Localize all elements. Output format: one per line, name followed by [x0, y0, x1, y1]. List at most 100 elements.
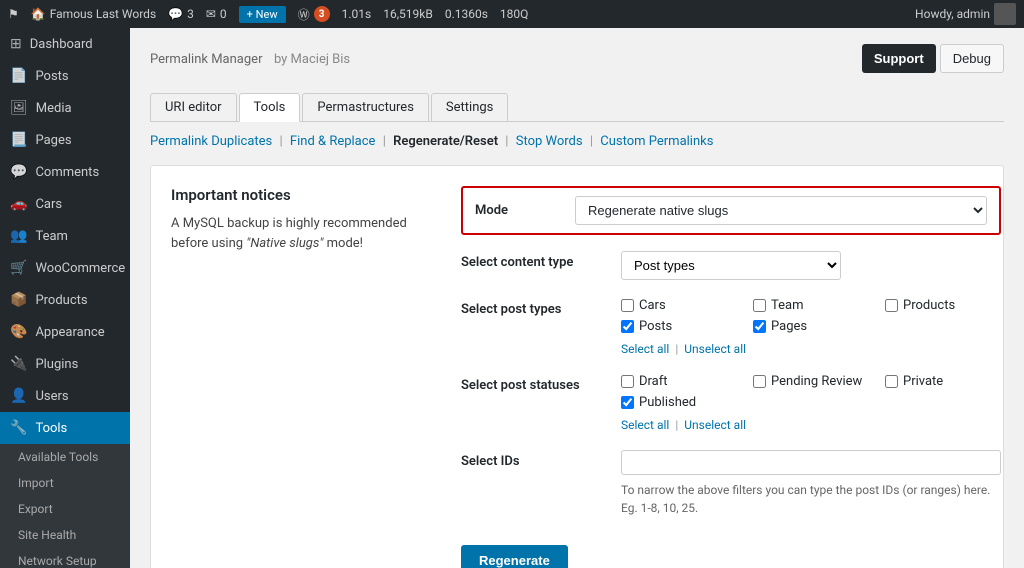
sidebar-submenu-export[interactable]: Export [0, 496, 130, 522]
sidebar-item-label: Dashboard [30, 37, 93, 52]
media-icon: 🖼 [10, 100, 28, 116]
sidebar: ⊞ Dashboard 📄 Posts 🖼 Media 📃 Pages 💬 Co… [0, 28, 130, 568]
checkbox-private[interactable]: Private [885, 374, 1001, 389]
checkbox-cars-input[interactable] [621, 299, 634, 312]
sidebar-item-tools[interactable]: 🔧 Tools [0, 412, 130, 444]
breadcrumb-find-replace[interactable]: Find & Replace [290, 134, 376, 149]
regenerate-button[interactable]: Regenerate [461, 545, 568, 568]
products-icon: 📦 [10, 292, 27, 308]
checkbox-posts-input[interactable] [621, 320, 634, 333]
breadcrumb-duplicates[interactable]: Permalink Duplicates [150, 134, 272, 149]
admin-bar-comments[interactable]: 💬 3 [168, 7, 194, 21]
admin-bar-perf1: 1.01s [342, 7, 372, 21]
sidebar-item-woocommerce[interactable]: 🛒 WooCommerce [0, 252, 130, 284]
breadcrumb-stop-words[interactable]: Stop Words [516, 134, 583, 149]
admin-bar-howdy[interactable]: Howdy, admin [915, 3, 1016, 25]
admin-bar: ⚑ 🏠 Famous Last Words 💬 3 ✉ 0 + New Ⓦ 3 … [0, 0, 1024, 28]
post-types-unselect-all[interactable]: Unselect all [684, 342, 746, 356]
sidebar-item-label: Pages [35, 133, 71, 148]
admin-bar-messages[interactable]: ✉ 0 [206, 7, 227, 21]
available-tools-label: Available Tools [18, 450, 98, 464]
sidebar-submenu-import[interactable]: Import [0, 470, 130, 496]
checkbox-published-input[interactable] [621, 396, 634, 409]
mode-select[interactable]: Regenerate native slugs Reset [575, 196, 987, 225]
tab-permastructures[interactable]: Permastructures [302, 93, 429, 121]
post-statuses-unselect-all[interactable]: Unselect all [684, 418, 746, 432]
sidebar-submenu-site-health[interactable]: Site Health [0, 522, 130, 548]
two-col-layout: Important notices A MySQL backup is high… [171, 186, 983, 568]
admin-bar-new[interactable]: + New [239, 6, 286, 23]
checkbox-pending-review-input[interactable] [753, 375, 766, 388]
sidebar-item-label: Posts [35, 69, 68, 84]
select-ids-label: Select IDs [461, 450, 621, 469]
sidebar-item-pages[interactable]: 📃 Pages [0, 124, 130, 156]
network-setup-label: Network Setup [18, 554, 97, 568]
checkbox-pages[interactable]: Pages [753, 319, 869, 334]
checkbox-private-input[interactable] [885, 375, 898, 388]
checkbox-products-input[interactable] [885, 299, 898, 312]
ids-input[interactable] [621, 450, 1001, 475]
checkbox-products[interactable]: Products [885, 298, 1001, 313]
sidebar-item-label: Users [35, 389, 68, 404]
page-header: Permalink Manager by Maciej Bis Support … [150, 44, 1004, 81]
left-column: Important notices A MySQL backup is high… [171, 186, 431, 568]
post-statuses-label: Select post statuses [461, 374, 621, 393]
important-notices-title: Important notices [171, 186, 431, 204]
export-label: Export [18, 502, 53, 516]
tab-settings[interactable]: Settings [431, 93, 508, 121]
import-label: Import [18, 476, 54, 490]
notice-text: A MySQL backup is highly recommended bef… [171, 214, 431, 253]
team-icon: 👥 [10, 228, 27, 244]
sidebar-item-team[interactable]: 👥 Team [0, 220, 130, 252]
checkbox-draft[interactable]: Draft [621, 374, 737, 389]
checkbox-published[interactable]: Published [621, 395, 737, 410]
admin-bar-wp[interactable]: ⚑ [8, 7, 19, 21]
breadcrumb-current: Regenerate/Reset [393, 134, 498, 149]
breadcrumbs: Permalink Duplicates | Find & Replace | … [150, 134, 1004, 149]
checkbox-draft-input[interactable] [621, 375, 634, 388]
dashboard-icon: ⊞ [10, 36, 22, 52]
layout: ⊞ Dashboard 📄 Posts 🖼 Media 📃 Pages 💬 Co… [0, 28, 1024, 568]
mode-label: Mode [475, 203, 575, 218]
new-button[interactable]: + New [239, 6, 286, 23]
sidebar-submenu-network-setup[interactable]: Network Setup [0, 548, 130, 568]
support-button[interactable]: Support [862, 44, 936, 73]
sidebar-item-cars[interactable]: 🚗 Cars [0, 188, 130, 220]
post-statuses-content: Draft Pending Review Private Published [621, 374, 1001, 432]
checkbox-team-input[interactable] [753, 299, 766, 312]
sidebar-item-posts[interactable]: 📄 Posts [0, 60, 130, 92]
posts-icon: 📄 [10, 68, 27, 84]
tab-uri-editor[interactable]: URI editor [150, 93, 237, 121]
checkbox-cars[interactable]: Cars [621, 298, 737, 313]
admin-bar-site[interactable]: 🏠 Famous Last Words [31, 7, 156, 21]
post-types-select-all[interactable]: Select all [621, 342, 669, 356]
sidebar-item-users[interactable]: 👤 Users [0, 380, 130, 412]
post-statuses-select-all[interactable]: Select all [621, 418, 669, 432]
checkbox-team[interactable]: Team [753, 298, 869, 313]
admin-bar-perf2: 16,519kB [383, 7, 433, 21]
sidebar-submenu-available-tools[interactable]: Available Tools [0, 444, 130, 470]
avatar [994, 3, 1016, 25]
sidebar-item-dashboard[interactable]: ⊞ Dashboard [0, 28, 130, 60]
admin-bar-wp-badge[interactable]: Ⓦ 3 [298, 6, 330, 23]
debug-button[interactable]: Debug [940, 44, 1004, 73]
sidebar-item-products[interactable]: 📦 Products [0, 284, 130, 316]
tab-tools[interactable]: Tools [239, 93, 301, 122]
cars-icon: 🚗 [10, 196, 27, 212]
comment-count: 3 [187, 7, 194, 21]
sidebar-item-plugins[interactable]: 🔌 Plugins [0, 348, 130, 380]
sidebar-item-media[interactable]: 🖼 Media [0, 92, 130, 124]
checkbox-posts[interactable]: Posts [621, 319, 737, 334]
sidebar-item-comments[interactable]: 💬 Comments [0, 156, 130, 188]
post-types-grid: Cars Team Products Posts [621, 298, 1001, 334]
appearance-icon: 🎨 [10, 324, 27, 340]
sidebar-item-appearance[interactable]: 🎨 Appearance [0, 316, 130, 348]
post-types-select-links: Select all | Unselect all [621, 342, 1001, 356]
checkbox-pending-review[interactable]: Pending Review [753, 374, 869, 389]
sidebar-item-label: Appearance [35, 325, 104, 340]
wp-update-badge: 3 [314, 6, 330, 22]
checkbox-pages-input[interactable] [753, 320, 766, 333]
tabs: URI editor Tools Permastructures Setting… [150, 93, 1004, 122]
breadcrumb-custom-permalinks[interactable]: Custom Permalinks [600, 134, 713, 149]
content-type-select[interactable]: Post types Taxonomies [621, 251, 841, 280]
